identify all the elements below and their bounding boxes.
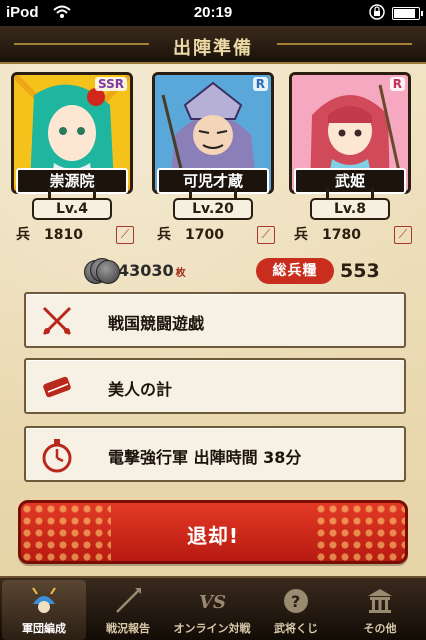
- retreat-label: 退却!: [186, 524, 240, 548]
- crossed-swords-icon: [42, 306, 72, 336]
- tab-battle-report[interactable]: 戦況報告: [86, 580, 170, 640]
- question-icon: ?: [284, 589, 308, 613]
- troops-count: 1810: [44, 227, 83, 243]
- general-name: 可児才蔵: [157, 168, 269, 194]
- building-icon: [368, 589, 392, 613]
- tab-army-formation[interactable]: 軍団編成: [2, 580, 86, 640]
- scroll-icon: [43, 376, 71, 398]
- order-label: 美人の計: [108, 380, 173, 399]
- order-button-2[interactable]: 美人の計: [24, 358, 406, 414]
- total-provisions-value: 553: [340, 260, 380, 282]
- svg-text:?: ?: [291, 592, 300, 611]
- title-rule-right: [277, 43, 412, 45]
- total-provisions-badge: 総兵糧: [256, 258, 334, 284]
- retreat-button[interactable]: 退却!: [18, 500, 408, 564]
- battery-level: [394, 9, 415, 18]
- battery-icon: [392, 7, 423, 20]
- general-level: Lv.20: [173, 188, 253, 220]
- tab-general-lottery[interactable]: ? 武将くじ: [254, 580, 338, 640]
- tab-bar: 軍団編成 戦況報告 VS オンライン対戦 ? 武将くじ その他: [0, 576, 426, 640]
- helmet-icon: [32, 587, 56, 613]
- svg-text:VS: VS: [199, 592, 226, 613]
- weapon-type-icon: ⟋: [257, 226, 275, 244]
- weapon-type-icon: ⟋: [394, 226, 412, 244]
- tab-label: オンライン対戦: [173, 622, 251, 635]
- troops-count: 1700: [185, 227, 224, 243]
- troops-symbol: 兵: [157, 227, 171, 243]
- coin-icon: [84, 258, 120, 284]
- general-card-2[interactable]: R 可児才蔵 Lv.20 兵 1700 ⟋: [147, 72, 279, 250]
- troops-symbol: 兵: [294, 227, 308, 243]
- versus-icon: VS: [199, 592, 226, 613]
- coin-value: 43030: [118, 261, 174, 280]
- tab-label: 軍団編成: [22, 622, 66, 635]
- stopwatch-icon: [42, 439, 72, 473]
- general-name: 武姫: [294, 168, 406, 194]
- tab-label: その他: [363, 622, 397, 635]
- tab-other[interactable]: その他: [338, 580, 422, 640]
- status-bar: iPod 20:19: [0, 0, 426, 26]
- general-troops: 兵 1810: [16, 224, 96, 246]
- weapon-type-icon: ⟋: [116, 226, 134, 244]
- general-name: 崇源院: [16, 168, 128, 194]
- general-troops: 兵 1780: [294, 224, 374, 246]
- troops-symbol: 兵: [16, 227, 30, 243]
- general-card-3[interactable]: R 武姫 Lv.8 兵 1780 ⟋: [284, 72, 416, 250]
- rarity-badge: SSR: [95, 77, 127, 91]
- troops-count: 1780: [322, 227, 361, 243]
- coin-count: 43030 枚: [118, 261, 186, 280]
- general-level: Lv.8: [310, 188, 390, 220]
- rotation-lock-icon: [369, 4, 385, 20]
- title-bar: 出陣準備: [0, 26, 426, 64]
- order-label: 戦国競闘遊戯: [108, 314, 205, 333]
- rarity-badge: R: [252, 77, 268, 91]
- order-button-3[interactable]: 電撃強行軍 出陣時間 38分: [24, 426, 406, 482]
- general-card-1[interactable]: SSR 崇源院 Lv.4 兵 1810 ⟋: [6, 72, 138, 250]
- tab-label: 武将くじ: [274, 622, 318, 635]
- general-troops: 兵 1700: [157, 224, 237, 246]
- coin-unit: 枚: [175, 268, 186, 279]
- tab-online-battle[interactable]: VS オンライン対戦: [170, 580, 254, 640]
- rarity-badge: R: [389, 77, 405, 91]
- spear-icon: [116, 588, 141, 613]
- tab-label: 戦況報告: [106, 622, 150, 635]
- order-button-1[interactable]: 戦国競闘遊戯: [24, 292, 406, 348]
- clock: 20:19: [193, 4, 233, 21]
- page-title: 出陣準備: [173, 38, 253, 59]
- order-label: 電撃強行軍 出陣時間 38分: [108, 448, 302, 467]
- general-level: Lv.4: [32, 188, 112, 220]
